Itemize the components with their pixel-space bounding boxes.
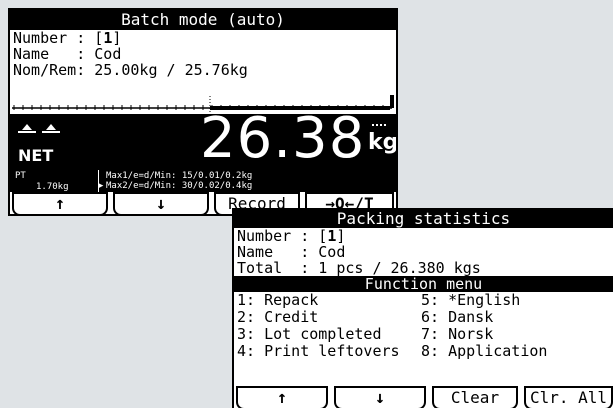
range1: Max1/e=d/Min: 15/0.01/0.2kg bbox=[106, 171, 253, 181]
up-arrow-icon: ↑ bbox=[54, 194, 66, 214]
pt-value: 1.70kg bbox=[36, 182, 69, 192]
packing-number-row: Number : [1] bbox=[237, 228, 346, 244]
batch-mode-screen: Batch mode (auto) Number : [1] Name : Co… bbox=[8, 8, 398, 216]
weight-unit-dots bbox=[372, 124, 386, 126]
packing-statistics-screen: Packing statistics Number : [1] Name : C… bbox=[232, 208, 613, 408]
menu-item-repack[interactable]: 1: Repack bbox=[237, 292, 421, 309]
batch-mode-title: Batch mode (auto) bbox=[10, 10, 396, 30]
packing-number-value: 1 bbox=[327, 228, 337, 244]
weight-unit: kg bbox=[368, 130, 398, 155]
weight-value: 26.38 bbox=[200, 106, 366, 171]
down-arrow-icon: ↓ bbox=[374, 388, 386, 408]
weight-display: NET 26.38 kg bbox=[10, 108, 398, 170]
function-menu: 1: Repack 5: *English 2: Credit 6: Dansk… bbox=[234, 292, 613, 360]
menu-item-print-leftovers[interactable]: 4: Print leftovers bbox=[237, 343, 421, 360]
info-strip: PT 1.70kg Max1/e=d/Min: 15/0.01/0.2kg ▶ … bbox=[10, 170, 396, 192]
menu-item-lot-completed[interactable]: 3: Lot completed bbox=[237, 326, 421, 343]
packing-up-button[interactable]: ↑ bbox=[236, 386, 328, 408]
menu-item-norsk[interactable]: 7: Norsk bbox=[421, 326, 613, 343]
packing-name-row: Name : Cod bbox=[237, 244, 346, 260]
packing-total-row: Total : 1 pcs / 26.380 kgs bbox=[237, 260, 481, 276]
batch-up-button[interactable]: ↑ bbox=[12, 192, 108, 214]
range2-marker-icon: ▶ bbox=[98, 181, 104, 191]
net-label: NET bbox=[18, 146, 54, 165]
clear-all-button[interactable]: Clr. All bbox=[524, 386, 613, 408]
pt-label: PT bbox=[15, 171, 26, 181]
menu-item-english[interactable]: 5: *English bbox=[421, 292, 613, 309]
range2: Max2/e=d/Min: 30/0.02/0.4kg bbox=[106, 181, 253, 191]
menu-item-application[interactable]: 8: Application bbox=[421, 343, 613, 360]
down-arrow-icon: ↓ bbox=[155, 194, 167, 214]
batch-nomrem-row: Nom/Rem: 25.00kg / 25.76kg bbox=[13, 62, 248, 78]
batch-number-value: 1 bbox=[103, 30, 113, 46]
up-arrow-icon: ↑ bbox=[276, 388, 288, 408]
menu-item-dansk[interactable]: 6: Dansk bbox=[421, 309, 613, 326]
packing-stats-title: Packing statistics bbox=[234, 210, 613, 228]
packing-down-button[interactable]: ↓ bbox=[334, 386, 426, 408]
menu-item-credit[interactable]: 2: Credit bbox=[237, 309, 421, 326]
function-menu-title: Function menu bbox=[234, 276, 613, 292]
clear-button[interactable]: Clear bbox=[432, 386, 518, 408]
stable-indicator-icon bbox=[18, 124, 60, 133]
batch-number-row: Number : [1] bbox=[13, 30, 122, 46]
batch-down-button[interactable]: ↓ bbox=[113, 192, 209, 214]
batch-name-row: Name : Cod bbox=[13, 46, 122, 62]
